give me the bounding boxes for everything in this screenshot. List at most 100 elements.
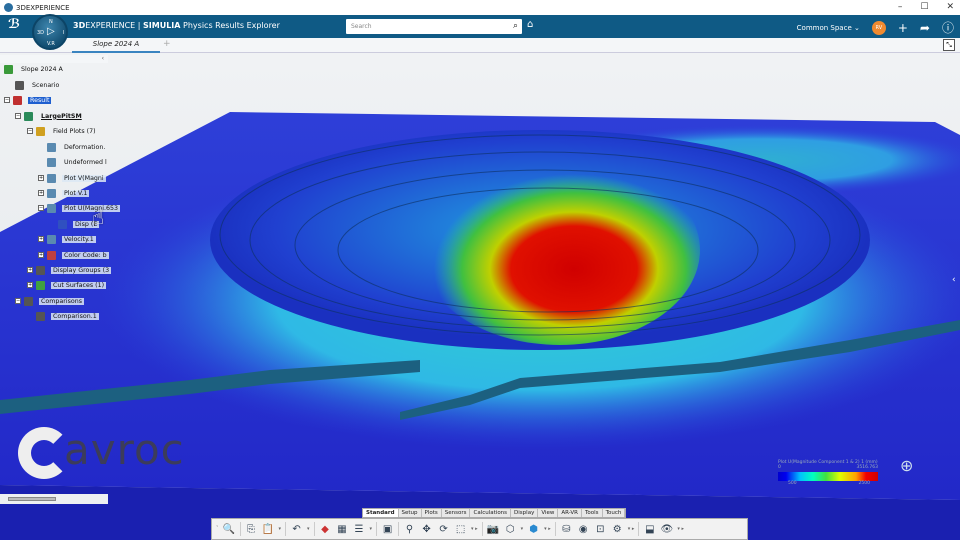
model-icon xyxy=(24,111,33,121)
copy-icon[interactable]: ⎘ xyxy=(245,523,258,536)
settings-icon[interactable]: ⚙ xyxy=(611,523,624,536)
tab-standard[interactable]: Standard xyxy=(363,509,399,517)
add-tab-button[interactable]: + xyxy=(163,39,171,49)
capture-icon[interactable]: 📷 xyxy=(487,523,500,536)
plot-icon xyxy=(47,188,56,198)
tree-item-color-code[interactable]: + Color Code: b xyxy=(38,250,109,260)
legend-max: 3516.763 xyxy=(856,465,878,470)
visibility-icon[interactable]: 👁 xyxy=(660,523,674,536)
color-legend[interactable]: Plot U(Magnitude Component 1 & 2) 1 (mm)… xyxy=(778,460,878,486)
zoom-fit-icon[interactable]: 🔍 xyxy=(223,523,236,536)
animation-icon[interactable]: ▦ xyxy=(336,523,349,536)
window-titlebar: 3DEXPERIENCE – ☐ ✕ xyxy=(0,0,960,15)
zoom-area-icon[interactable]: ⬚ xyxy=(454,523,467,536)
groups-icon xyxy=(36,265,45,275)
right-panel-toggle[interactable]: ‹ xyxy=(952,275,956,285)
tab-sensors[interactable]: Sensors xyxy=(442,509,471,517)
plot-icon xyxy=(47,203,56,213)
plot-icon xyxy=(47,234,56,244)
tree-item-comparisons[interactable]: − Comparisons xyxy=(15,296,84,306)
tree-item-deformation[interactable]: Deformation. xyxy=(47,142,107,152)
comparison-icon xyxy=(24,296,33,306)
render-icon[interactable]: ◆ xyxy=(319,523,332,536)
paste-icon[interactable]: 📋 xyxy=(262,523,275,536)
tree-item-result[interactable]: − Result xyxy=(4,95,52,105)
specification-tree: ‹ Slope 2024 A Scenario − Result − LargePi… xyxy=(0,55,120,325)
maximize-button[interactable]: ☐ xyxy=(920,2,928,12)
help-icon[interactable]: ⓘ xyxy=(942,19,954,36)
cut-surface-icon xyxy=(36,280,45,290)
plot-icon xyxy=(47,173,56,183)
tab-touch[interactable]: Touch xyxy=(603,509,626,517)
tree-item-plot-v1[interactable]: + Plot V.1 xyxy=(38,188,90,198)
tab-plots[interactable]: Plots xyxy=(422,509,442,517)
tab-setup[interactable]: Setup xyxy=(399,509,422,517)
expand-icon[interactable]: ˇ xyxy=(216,526,219,532)
plot-icon xyxy=(47,142,56,152)
tag-icon[interactable]: ⌂ xyxy=(527,19,533,30)
tree-item-field-plots[interactable]: − Field Plots (7) xyxy=(27,126,98,136)
tree-item-cut-surfaces[interactable]: + Cut Surfaces (1) xyxy=(27,280,107,290)
color-legend-icon xyxy=(58,219,67,229)
cavroc-watermark: avroc xyxy=(18,425,185,479)
avatar[interactable]: RV xyxy=(871,20,886,35)
globe-icon[interactable]: ◉ xyxy=(577,523,590,536)
tab-ar-vr[interactable]: AR-VR xyxy=(558,509,582,517)
tree-horizontal-scrollbar[interactable] xyxy=(0,494,108,504)
legend-color-bar xyxy=(778,472,878,481)
cavroc-logo-icon xyxy=(18,426,70,479)
rotate-icon[interactable]: ⟳ xyxy=(437,523,450,536)
tab-view[interactable]: View xyxy=(538,509,559,517)
tree-collapse-button[interactable]: ‹ xyxy=(0,55,108,63)
search-input[interactable]: Search ⌕ xyxy=(346,19,522,34)
minimize-button[interactable]: – xyxy=(898,2,903,12)
display-icon[interactable]: ▣ xyxy=(381,523,394,536)
legend-tick: 500 xyxy=(788,481,797,486)
tree-item-undeformed[interactable]: Undeformed l xyxy=(47,157,109,167)
plus-icon[interactable]: + xyxy=(898,21,908,35)
hand-cursor-icon: ☝ xyxy=(92,205,105,229)
zoom-icon[interactable]: ⚲ xyxy=(403,523,416,536)
search-object-icon[interactable]: ⊡ xyxy=(594,523,607,536)
compass-button[interactable]: N 3D ▷ I V.R xyxy=(32,14,68,50)
action-bar: ˇ 🔍 ⎘ 📋 ▾ ↶ ▾ ◆ ▦ ☰ ▾ ▣ ⚲ ✥ ⟳ ⬚ ▾ ▸ 📷 ⬡ ▾ ⬢ ▾ … xyxy=(211,518,748,540)
tab-bar: Slope 2024 A + ⤡ xyxy=(0,38,960,53)
tree-item-display-groups[interactable]: + Display Groups (3 xyxy=(27,265,112,275)
compass-axes-icon[interactable]: ⊕ xyxy=(900,456,913,475)
tree-item-scenario[interactable]: Scenario xyxy=(15,80,61,90)
database-icon[interactable]: ⛁ xyxy=(560,523,573,536)
action-bar-tabs: Standard Setup Plots Sensors Calculation… xyxy=(362,508,627,518)
space-selector[interactable]: Common Space ⌄ xyxy=(797,24,860,32)
tree-item-plot-v-magni[interactable]: + Plot V(Magni xyxy=(38,173,106,183)
result-icon xyxy=(13,95,22,105)
field-plots-icon xyxy=(36,126,45,136)
table-icon[interactable]: ☰ xyxy=(353,523,366,536)
share-icon[interactable]: ➦ xyxy=(920,21,930,35)
cube-view-icon[interactable]: ⬢ xyxy=(527,523,540,536)
legend-tick: 2500 xyxy=(858,481,870,486)
pan-icon[interactable]: ✥ xyxy=(420,523,433,536)
app-header: ℬ 3DEXPERIENCE | SIMULIA Physics Results… xyxy=(0,15,960,38)
app-icon xyxy=(4,64,13,74)
tree-item-largepitsm[interactable]: − LargePitSM xyxy=(15,111,84,121)
plot-icon xyxy=(47,250,56,260)
tree-item-comparison-1[interactable]: Comparison.1 xyxy=(36,311,99,321)
close-button[interactable]: ✕ xyxy=(946,2,954,12)
undo-icon[interactable]: ↶ xyxy=(290,523,303,536)
tab-tools[interactable]: Tools xyxy=(582,509,603,517)
view-mode-icon[interactable]: ⬡ xyxy=(504,523,517,536)
tree-item-slope[interactable]: Slope 2024 A xyxy=(4,64,65,74)
tree-item-plot-u-magni[interactable]: − Plot U(Magni.653 xyxy=(38,203,120,213)
select-icon[interactable]: ⬓ xyxy=(643,523,656,536)
tab-slope-2024-a[interactable]: Slope 2024 A xyxy=(72,38,160,53)
plot-icon xyxy=(47,157,56,167)
app-icon xyxy=(4,3,13,12)
tab-calculations[interactable]: Calculations xyxy=(470,509,512,517)
collapse-icon[interactable]: ⤡ xyxy=(943,39,955,51)
ds-logo-icon: ℬ xyxy=(8,17,21,32)
tree-item-velocity[interactable]: + Velocity.1 xyxy=(38,234,96,244)
search-icon[interactable]: ⌕ xyxy=(513,21,518,31)
legend-min: 0 xyxy=(778,465,781,470)
tab-display[interactable]: Display xyxy=(511,509,539,517)
scenario-icon xyxy=(15,80,24,90)
